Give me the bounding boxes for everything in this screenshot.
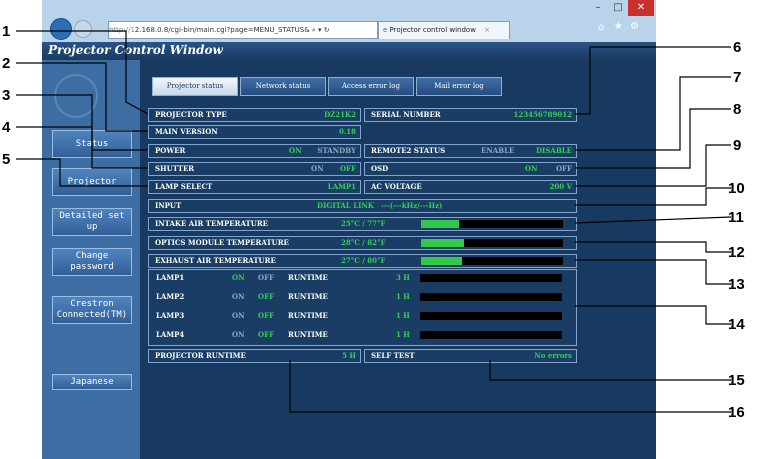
callout-14: 14 xyxy=(728,316,745,333)
callout-lines xyxy=(16,30,732,413)
callout-line-11 xyxy=(574,216,732,224)
callout-line-16 xyxy=(289,360,731,413)
callout-3: 3 xyxy=(2,87,11,104)
callout-1: 1 xyxy=(2,23,11,40)
callout-12: 12 xyxy=(728,244,745,261)
callout-line-2 xyxy=(16,62,148,132)
callout-line-14 xyxy=(575,305,731,325)
callout-5: 5 xyxy=(2,151,11,168)
callout-13: 13 xyxy=(728,276,745,293)
callout-line-6 xyxy=(575,46,731,115)
callout-line-15 xyxy=(489,360,731,381)
callout-line-7 xyxy=(575,76,731,151)
callout-10: 10 xyxy=(728,180,745,197)
callout-line-1 xyxy=(16,30,149,115)
callout-line-8 xyxy=(575,108,731,169)
callout-line-9 xyxy=(575,144,731,187)
callout-11: 11 xyxy=(728,209,744,226)
callout-7: 7 xyxy=(733,69,742,86)
callout-line-10 xyxy=(575,187,731,206)
callout-6: 6 xyxy=(733,39,742,56)
callout-8: 8 xyxy=(733,101,742,118)
callout-15: 15 xyxy=(728,372,745,389)
callout-line-5 xyxy=(16,158,148,187)
callout-line-12 xyxy=(575,241,731,253)
callout-line-13 xyxy=(575,259,731,285)
callout-2: 2 xyxy=(2,55,11,72)
callout-line-4 xyxy=(16,126,148,169)
callout-4: 4 xyxy=(2,119,11,136)
callout-9: 9 xyxy=(733,137,742,154)
callout-16: 16 xyxy=(728,404,745,421)
